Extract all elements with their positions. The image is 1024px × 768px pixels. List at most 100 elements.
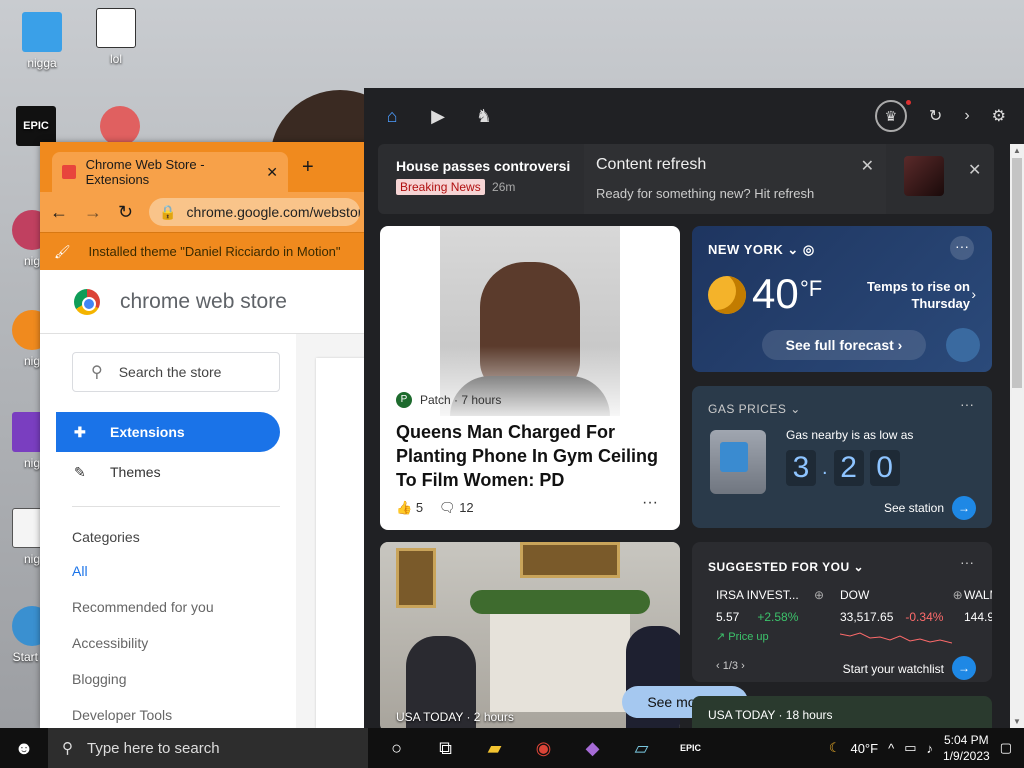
weather-note[interactable]: Temps to rise on Thursday (846, 278, 970, 312)
weather-moon-icon[interactable]: ☾ (829, 740, 841, 756)
category-developer-tools[interactable]: Developer Tools (72, 707, 296, 725)
divider (72, 506, 280, 507)
news-source: USA TODAY · 2 hours (396, 710, 514, 724)
scroll-thumb[interactable] (1012, 158, 1022, 388)
dow-sparkline (840, 632, 952, 644)
stock-dow[interactable]: DOW ⊕ 33,517.65 -0.34% (840, 588, 963, 624)
brush-icon: 🖌 (54, 243, 71, 259)
rewards-icon[interactable]: ♛ (874, 100, 911, 132)
more-options-icon[interactable]: ··· (950, 236, 974, 260)
chevron-right-icon[interactable]: › (971, 286, 976, 302)
arrow-right-icon[interactable]: → (952, 496, 976, 520)
more-options-icon[interactable]: ··· (642, 494, 658, 512)
epic-games-icon: EPIC (16, 106, 56, 146)
moon-icon (708, 276, 746, 314)
see-station-link[interactable]: See station (884, 501, 944, 515)
weather-location[interactable]: NEW YORK ⌄ ◎ (708, 242, 815, 258)
nav-themes[interactable]: ✎ Themes (40, 452, 296, 492)
scroll-up-icon[interactable]: ▲ (1013, 146, 1021, 155)
nav-extensions[interactable]: ✚ Extensions (56, 412, 280, 452)
patch-logo-icon: P (396, 392, 412, 408)
tray-weather[interactable]: 40°F (850, 741, 878, 756)
store-search-input[interactable]: ⚲ Search the store (72, 352, 280, 392)
home-icon[interactable]: ⌂ (382, 106, 402, 127)
add-icon[interactable]: ⊕ (814, 588, 824, 602)
breaking-news-strip[interactable]: House passes controversi Breaking News 2… (378, 144, 994, 214)
notification-icon[interactable]: ▢ (1000, 740, 1012, 756)
stock-walm[interactable]: WALM 144.9 (964, 588, 992, 624)
reload-icon[interactable]: ↻ (118, 202, 133, 223)
temperature: 40 (752, 270, 799, 317)
star-emblem-icon (100, 106, 140, 146)
chrome-icon[interactable]: ◉ (519, 728, 568, 768)
chevron-right-icon[interactable]: › (964, 107, 969, 125)
stock-pager[interactable]: ‹ 1/3 › (716, 660, 745, 672)
breaking-headline: House passes controversi (396, 158, 571, 174)
widgets-scrollbar[interactable]: ▲ ▼ (1010, 144, 1024, 728)
gas-prices-card[interactable]: GAS PRICES ⌄ ··· Gas nearby is as low as… (692, 386, 992, 528)
start-watchlist-link[interactable]: Start your watchlist (843, 662, 944, 676)
news-card-queens[interactable]: P Patch · 7 hours Queens Man Charged For… (380, 226, 680, 530)
gaming-icon[interactable]: ♞ (474, 106, 494, 127)
news-reactions: 👍 5 🗨 12 (396, 500, 474, 516)
desktop-icon-computer[interactable]: nigga (12, 12, 72, 70)
back-arrow-icon[interactable]: ← (50, 202, 68, 223)
stock-irsa[interactable]: IRSA INVEST... ⊕ 5.57 +2.58% (716, 588, 824, 624)
cortana-icon[interactable]: ○ (372, 728, 421, 768)
scroll-down-icon[interactable]: ▼ (1013, 717, 1021, 726)
network-icon[interactable]: ▭ (904, 740, 916, 756)
weather-map-icon[interactable] (946, 328, 980, 362)
category-all[interactable]: All (72, 563, 296, 581)
volume-icon[interactable]: ♪ (926, 741, 933, 756)
suggested-heading[interactable]: SUGGESTED FOR YOU ⌄ (708, 560, 864, 574)
close-tab-icon[interactable]: ✕ (266, 164, 278, 181)
store-title[interactable]: chrome web store (120, 290, 287, 314)
more-options-icon[interactable]: ··· (960, 554, 974, 570)
video-icon[interactable]: ▶ (428, 106, 448, 127)
suggested-stocks-card[interactable]: SUGGESTED FOR YOU ⌄ ··· IRSA INVEST... ⊕… (692, 542, 992, 682)
chrome-web-store-logo-icon[interactable] (74, 288, 100, 315)
refresh-icon[interactable]: ↻ (929, 106, 942, 126)
chevron-up-icon[interactable]: ^ (888, 741, 894, 756)
breaking-age: 26m (492, 180, 516, 194)
more-options-icon[interactable]: ··· (960, 396, 974, 412)
close-tooltip-icon[interactable]: ✕ (861, 156, 874, 176)
see-full-forecast-button[interactable]: See full forecast › (762, 330, 926, 360)
monitor-icon (22, 12, 62, 52)
add-icon[interactable]: ⊕ (953, 588, 963, 602)
task-view-icon[interactable]: ⧉ (421, 728, 470, 768)
extension-preview-card[interactable] (316, 358, 370, 728)
start-button[interactable]: ☻ (0, 728, 48, 768)
notepad-icon[interactable]: ▱ (617, 728, 666, 768)
news-source: P Patch · 7 hours (396, 392, 501, 408)
gear-icon[interactable]: ⚙ (992, 106, 1006, 126)
epic-games-icon[interactable]: EPIC (666, 728, 715, 768)
taskbar-search[interactable]: ⚲ Type here to search (48, 728, 368, 768)
desktop-icon-lol[interactable]: lol (86, 8, 146, 66)
forward-arrow-icon[interactable]: → (84, 202, 102, 223)
clock[interactable]: 5:04 PM 1/9/2023 (943, 732, 990, 764)
close-strip-icon[interactable]: ✕ (968, 160, 981, 180)
news-thumbnail[interactable] (904, 156, 944, 196)
category-recommended[interactable]: Recommended for you (72, 599, 296, 617)
category-blogging[interactable]: Blogging (72, 671, 296, 689)
category-accessibility[interactable]: Accessibility (72, 635, 296, 653)
breaking-news-item[interactable]: House passes controversi Breaking News 2… (396, 158, 596, 195)
like-button[interactable]: 👍 5 (396, 500, 423, 516)
comment-button[interactable]: 🗨 12 (439, 500, 474, 516)
weather-card[interactable]: NEW YORK ⌄ ◎ ··· 40 °F Temps to rise on … (692, 226, 992, 372)
taskbar: ☻ ⚲ Type here to search ○ ⧉ ▰ ◉ ◆ ▱ EPIC… (0, 728, 1024, 768)
news-title[interactable]: Queens Man Charged For Planting Phone In… (396, 420, 666, 492)
arrow-right-icon[interactable]: → (952, 656, 976, 680)
visual-studio-icon[interactable]: ◆ (568, 728, 617, 768)
temperature-unit[interactable]: °F (800, 276, 822, 302)
url-text: chrome.google.com/webstore (186, 204, 360, 220)
gas-heading[interactable]: GAS PRICES ⌄ (708, 402, 801, 416)
news-card-usatoday-2[interactable]: USA TODAY · 18 hours (692, 696, 992, 728)
address-bar[interactable]: 🔒 chrome.google.com/webstore (149, 198, 360, 226)
file-explorer-icon[interactable]: ▰ (470, 728, 519, 768)
painting (520, 542, 620, 578)
tab-chrome-web-store[interactable]: Chrome Web Store - Extensions ✕ (52, 152, 288, 192)
new-tab-icon[interactable]: + (302, 156, 314, 179)
price-up-indicator: ↗ Price up (716, 631, 769, 643)
